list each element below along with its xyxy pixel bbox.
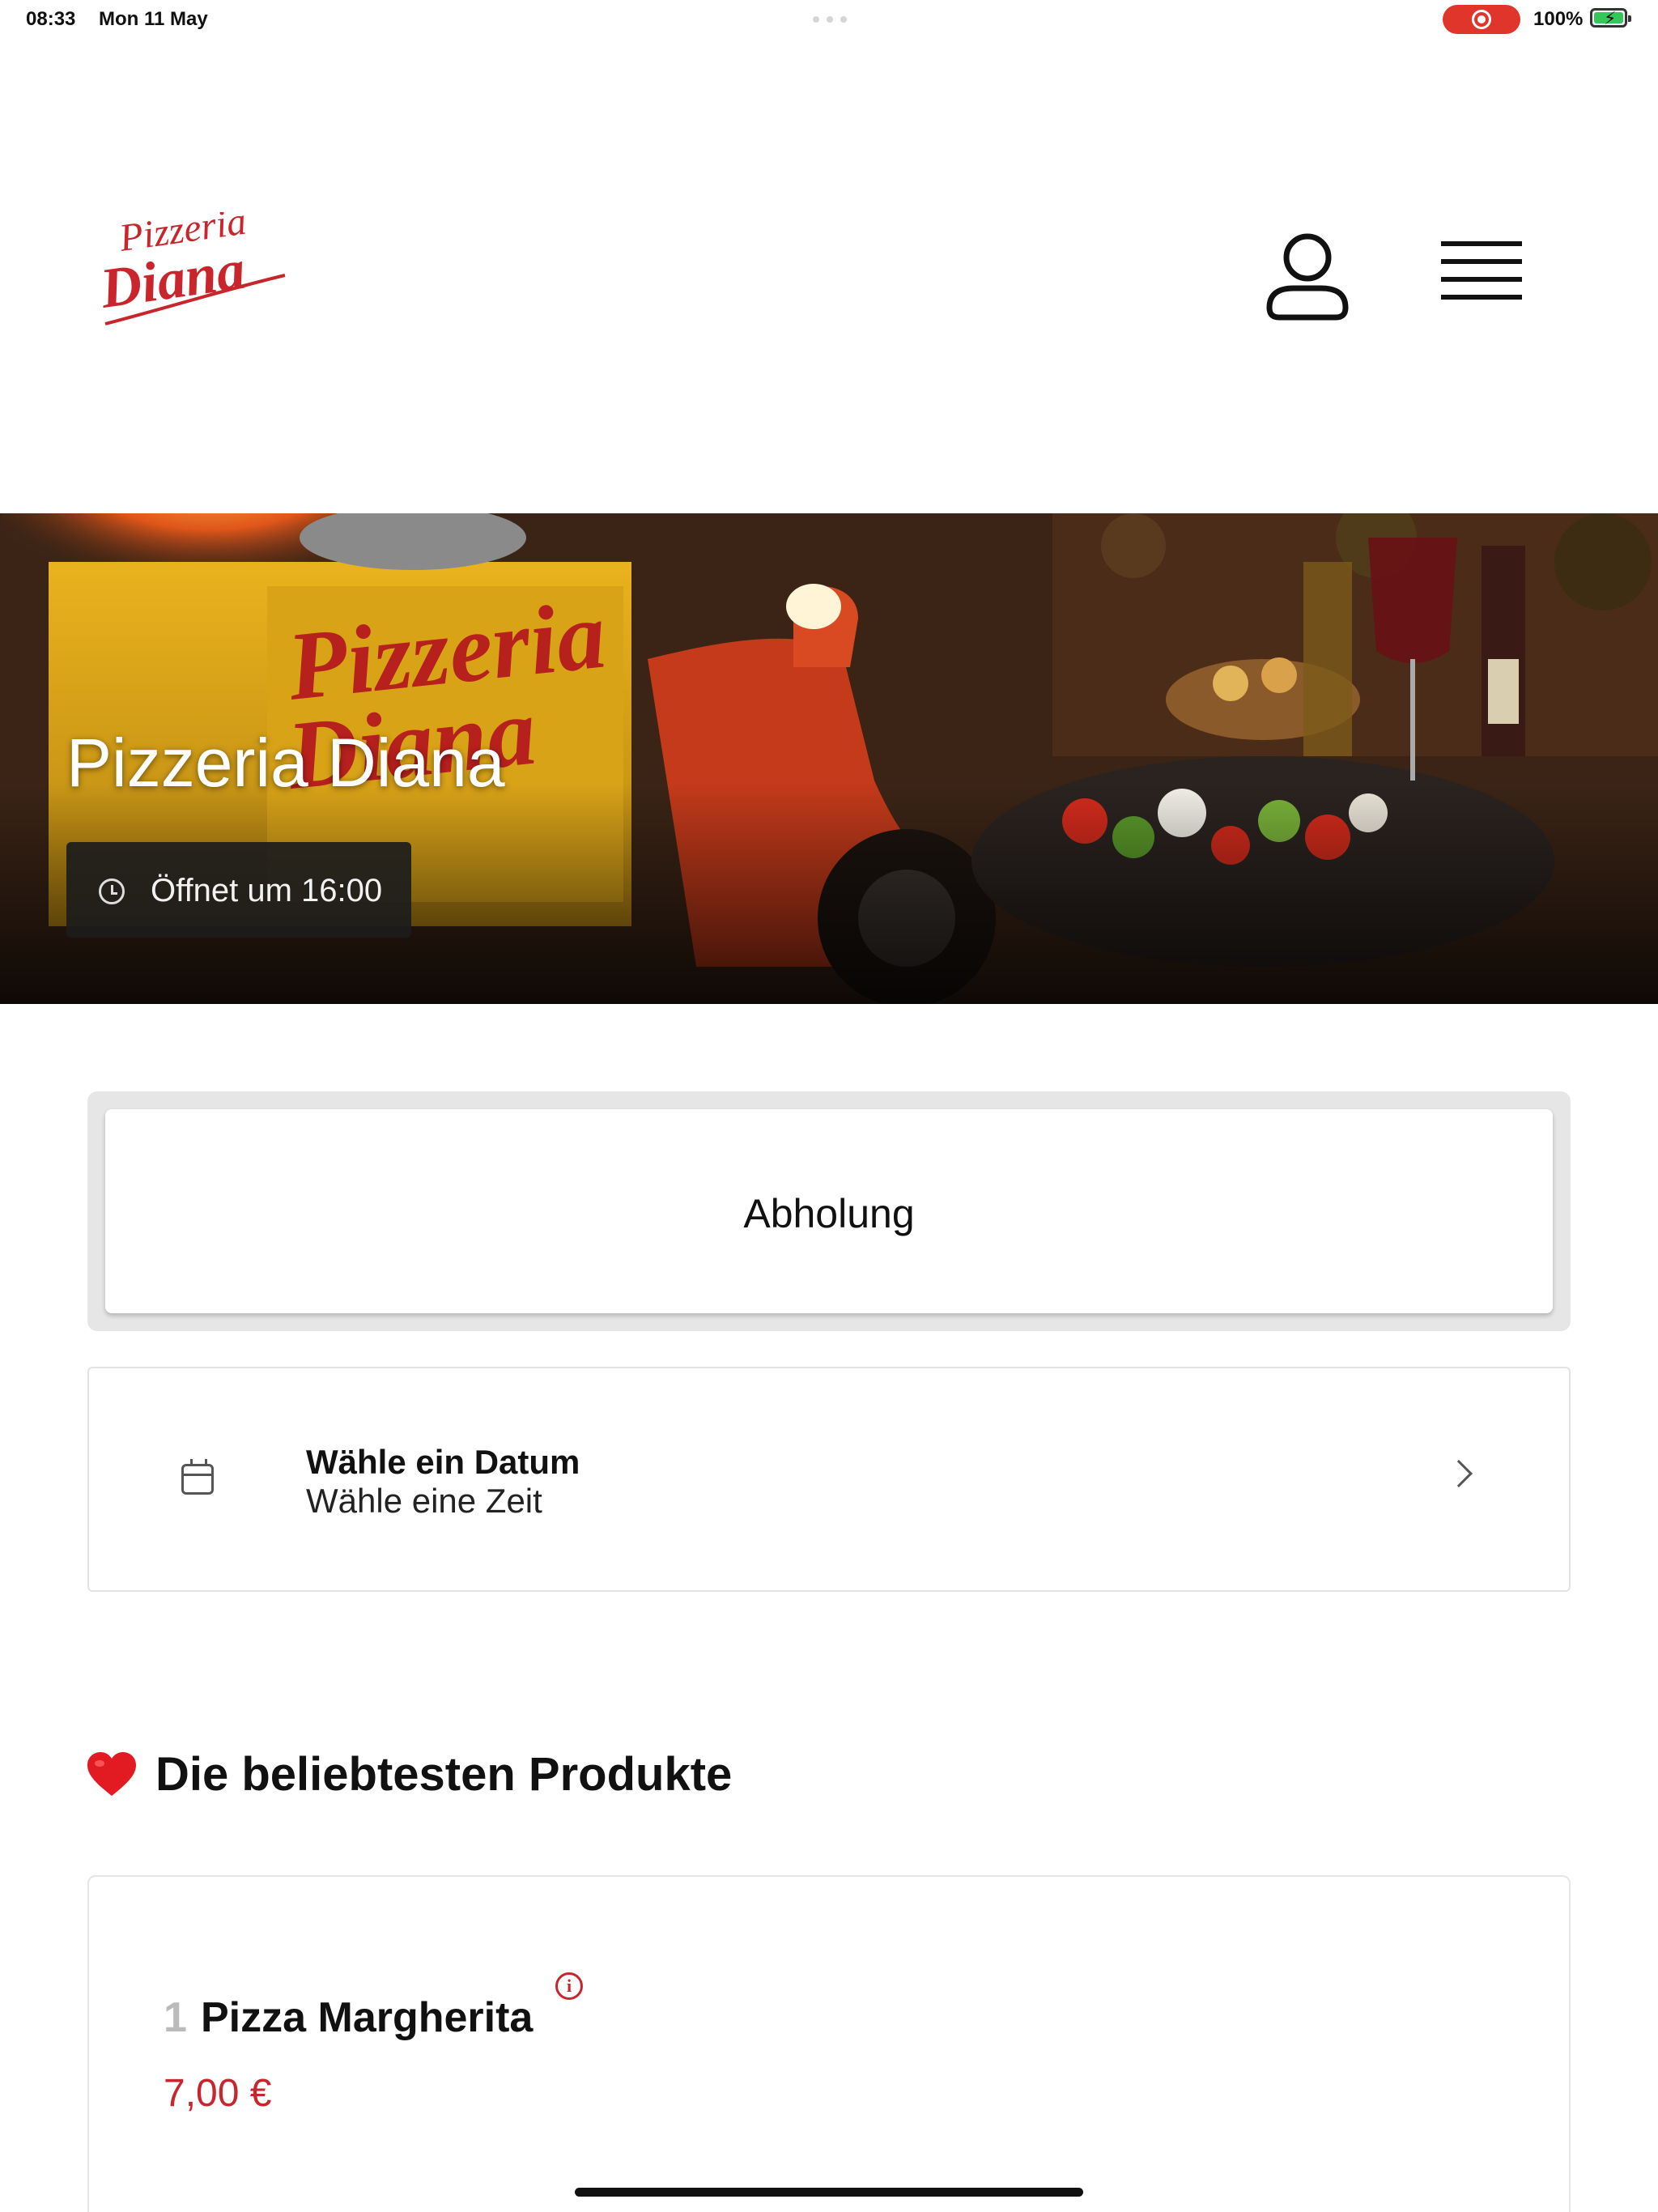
product-name: Pizza Margherita (201, 1994, 534, 2041)
popular-products-heading: Die beliebtesten Produkte (87, 1747, 732, 1802)
battery-percent: 100% (1533, 8, 1584, 30)
screen-record-icon[interactable] (1443, 5, 1520, 34)
opening-status-text: Öffnet um 16:00 (151, 873, 383, 908)
product-rank: 1 (164, 1994, 187, 2041)
product-price: 7,00 € (164, 2072, 272, 2115)
time-subtitle: Wähle eine Zeit (306, 1482, 542, 1520)
calendar-icon (181, 1459, 214, 1495)
hamburger-menu-icon[interactable] (1438, 235, 1525, 313)
clock-icon (99, 878, 125, 904)
user-icon[interactable] (1263, 227, 1352, 324)
info-icon[interactable]: i (555, 1972, 583, 2000)
date-title: Wähle ein Datum (306, 1443, 580, 1481)
heart-icon (87, 1751, 136, 1796)
home-indicator[interactable] (575, 2188, 1083, 2197)
restaurant-name: Pizzeria Diana (66, 725, 505, 801)
hero-banner: Pizzeria Diana Öffnet um 16:00 (0, 513, 1658, 1004)
popular-products-title: Die beliebtesten Produkte (155, 1748, 733, 1801)
svg-text:Diana: Diana (97, 239, 249, 321)
pizzeria-diana-logo[interactable]: Pizzeria Diana (96, 200, 291, 334)
battery-icon: ⚡ (1590, 8, 1631, 28)
opening-status-badge: Öffnet um 16:00 (66, 842, 411, 938)
order-mode-selector: Abholung (87, 1091, 1571, 1331)
pickup-option-label: Abholung (743, 1191, 915, 1236)
status-date: Mon 11 May (99, 8, 208, 30)
chevron-right-icon (1445, 1460, 1473, 1487)
status-time: 08:33 (26, 8, 76, 30)
status-bar: 08:33 Mon 11 May 100% ⚡ (0, 0, 1658, 39)
date-time-selector[interactable]: Wähle ein Datum Wähle eine Zeit (87, 1367, 1571, 1592)
product-card[interactable]: 1 Pizza Margherita i 7,00 € (87, 1875, 1571, 2212)
page: 08:33 Mon 11 May 100% ⚡ Pizzeria Diana P… (0, 0, 1658, 2212)
pickup-option-button[interactable]: Abholung (105, 1109, 1553, 1313)
multitasking-dots-icon[interactable] (813, 16, 847, 23)
